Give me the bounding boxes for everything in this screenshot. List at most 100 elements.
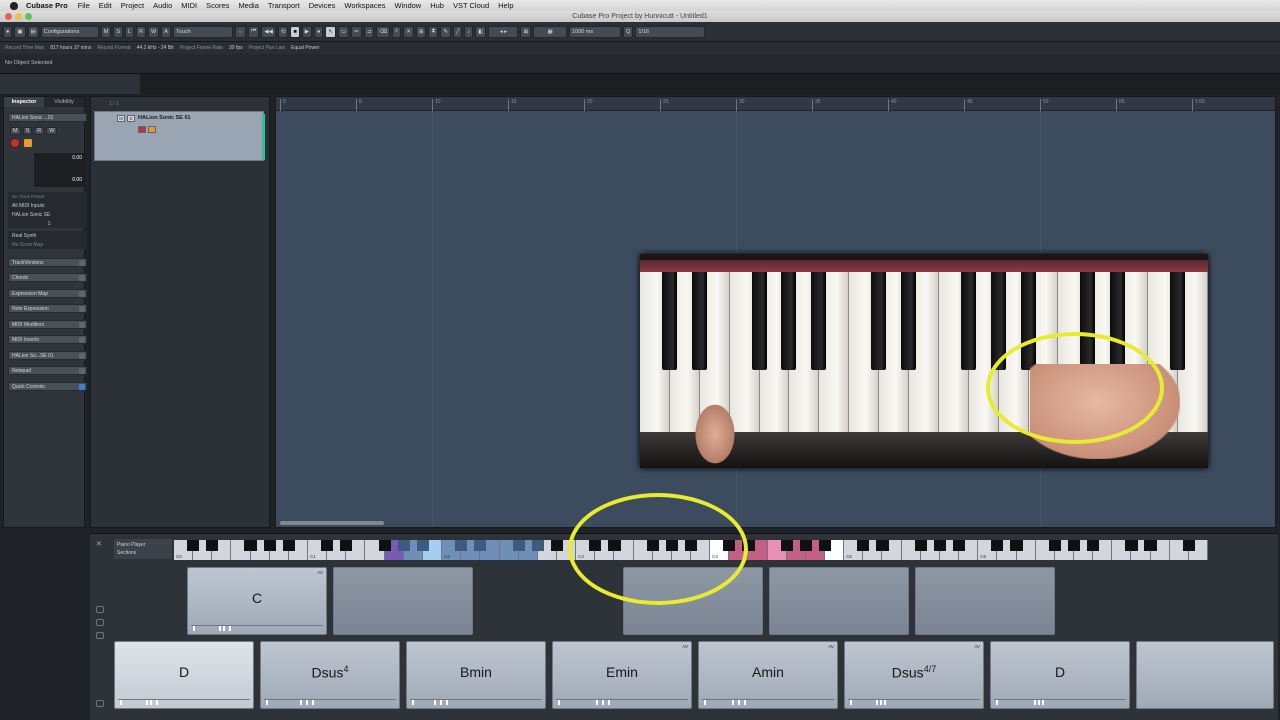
menu-app[interactable]: Cubase Pro xyxy=(26,1,68,10)
stop-icon[interactable]: ■ xyxy=(290,25,300,38)
refresh-icon[interactable] xyxy=(96,632,104,639)
chord-key-black[interactable] xyxy=(282,540,295,551)
menu-help[interactable]: Help xyxy=(498,1,513,10)
track-record-button[interactable] xyxy=(138,126,146,133)
chord-pad-bottom-5[interactable]: Amin AV xyxy=(698,641,838,709)
player-label[interactable]: Piano Player xyxy=(117,541,169,549)
constrain-delay-button[interactable]: ▣ xyxy=(14,25,26,38)
drum-map-selector[interactable]: No Drum Map xyxy=(8,240,87,249)
draw-tool-icon[interactable]: ✎ xyxy=(440,25,451,38)
automation-mode-dropdown[interactable]: Touch xyxy=(172,25,233,38)
close-window-icon[interactable] xyxy=(5,13,12,20)
comp-tool-icon[interactable]: ⊞ xyxy=(415,25,427,38)
tab-inspector[interactable]: Inspector xyxy=(4,97,44,107)
chord-key-black[interactable] xyxy=(933,540,947,551)
track-monitor-button[interactable] xyxy=(148,126,156,133)
chord-key-black[interactable] xyxy=(550,540,564,551)
record-enable-icon[interactable] xyxy=(10,138,20,148)
menu-edit[interactable]: Edit xyxy=(99,1,112,10)
minimize-window-icon[interactable] xyxy=(15,13,22,20)
volume-value[interactable]: 0.00 xyxy=(72,155,82,161)
chord-key-black[interactable] xyxy=(321,540,334,551)
record-icon[interactable]: ● xyxy=(314,25,324,38)
menu-project[interactable]: Project xyxy=(121,1,144,10)
chord-pad-bottom-2[interactable]: Dsus4 xyxy=(260,641,400,709)
chord-key-black[interactable] xyxy=(263,540,276,551)
menu-transport[interactable]: Transport xyxy=(268,1,300,10)
auto-scroll-button[interactable]: ⇔ xyxy=(234,25,247,38)
section-notepad[interactable]: Notepad xyxy=(8,366,87,375)
section-instrument[interactable]: HALion So...SE 01 xyxy=(8,351,87,360)
inspector-read-button[interactable]: R xyxy=(34,127,45,135)
section-chords[interactable]: Chords xyxy=(8,273,87,282)
chord-pad-bottom-7[interactable]: D xyxy=(990,641,1130,709)
close-zone-icon[interactable]: ✕ xyxy=(96,540,102,548)
section-midi-modifiers[interactable]: MIDI Modifiers xyxy=(8,320,87,329)
chord-pad-bottom-8[interactable] xyxy=(1136,641,1274,709)
cycle-icon[interactable]: ⟲ xyxy=(277,25,289,38)
menu-midi[interactable]: MIDI xyxy=(181,1,197,10)
record-time-value[interactable]: 817 hours 37 mins xyxy=(50,45,91,51)
chord-key-black[interactable] xyxy=(780,540,793,551)
solo-all-button[interactable]: S xyxy=(113,25,123,38)
glue-tool-icon[interactable]: ⊐ xyxy=(363,25,375,38)
chord-key-black[interactable] xyxy=(531,540,544,551)
chord-key-black[interactable] xyxy=(914,540,927,551)
inspector-solo-button[interactable]: S xyxy=(22,127,33,135)
time-warp-tool-icon[interactable]: ⧗ xyxy=(428,25,439,38)
horizontal-scrollbar[interactable] xyxy=(280,521,384,525)
line-tool-icon[interactable]: ╱ xyxy=(452,25,463,38)
quantize-value-dropdown[interactable]: 1/16 xyxy=(635,25,706,38)
quantize-icon[interactable]: Q xyxy=(623,25,634,38)
write-all-button[interactable]: W xyxy=(148,25,160,38)
chord-key-black[interactable] xyxy=(455,540,468,551)
monitor-icon[interactable] xyxy=(24,139,32,147)
zoom-tool-icon[interactable]: ⌕ xyxy=(392,25,402,38)
chevron-down-icon[interactable] xyxy=(96,645,104,652)
chord-key-black[interactable] xyxy=(397,540,410,551)
chord-key-black[interactable] xyxy=(1048,540,1061,551)
menu-workspaces[interactable]: Workspaces xyxy=(344,1,385,10)
activate-project-button[interactable]: ● xyxy=(3,25,13,38)
program-selector[interactable]: Real Synth xyxy=(8,231,87,240)
chord-pad-top-1[interactable]: C AV xyxy=(187,567,327,635)
rewind-icon[interactable]: ◀◀ xyxy=(261,25,276,38)
chord-key-black[interactable] xyxy=(818,540,832,551)
nudge-value-dropdown[interactable]: 1000 ms xyxy=(569,25,622,38)
section-note-expression[interactable]: Note Expression xyxy=(8,304,87,313)
chord-key-black[interactable] xyxy=(1125,540,1138,551)
snap-toggle-icon[interactable]: ⊠ xyxy=(520,25,532,38)
erase-tool-icon[interactable]: ⌫ xyxy=(376,25,391,38)
section-expression-map[interactable]: Expression Map xyxy=(8,289,87,298)
range-tool-icon[interactable]: ▭ xyxy=(337,25,350,38)
chord-pad-bottom-4[interactable]: Emin AV xyxy=(552,641,692,709)
section-trackversions[interactable]: TrackVersions xyxy=(8,258,87,267)
chord-key-black[interactable] xyxy=(378,540,391,551)
play-icon[interactable]: ▶ xyxy=(301,25,313,38)
automation-all-button[interactable]: A xyxy=(161,25,171,38)
grid-type-icon[interactable]: ▦ xyxy=(533,25,568,38)
chord-pad-bottom-6[interactable]: Dsus4/7 AV xyxy=(844,641,984,709)
menu-audio[interactable]: Audio xyxy=(153,1,172,10)
nudge-left-icon[interactable]: ◂ ▸ xyxy=(488,25,519,38)
chord-key-black[interactable] xyxy=(340,540,353,551)
listen-all-button[interactable]: L xyxy=(125,25,135,38)
menu-scores[interactable]: Scores xyxy=(206,1,229,10)
inspector-track-name[interactable]: HALion Sonic ...01 xyxy=(8,113,87,122)
menu-devices[interactable]: Devices xyxy=(309,1,336,10)
chord-key-black[interactable] xyxy=(952,540,966,551)
frame-rate-value[interactable]: 30 fps xyxy=(229,45,243,51)
apple-icon[interactable] xyxy=(10,1,18,10)
time-ruler[interactable]: 0 5 10 15 20 25 30 35 40 45 50 55 1:00 xyxy=(276,97,1275,111)
chord-pad-bottom-1[interactable]: D xyxy=(114,641,254,709)
chord-key-black[interactable] xyxy=(876,540,889,551)
configurations-dropdown[interactable]: Configurations xyxy=(40,25,99,38)
mute-all-button[interactable]: M xyxy=(100,25,112,38)
sections-label[interactable]: Sections xyxy=(117,549,169,557)
tab-visibility[interactable]: Visibility xyxy=(44,97,84,107)
chord-key-black[interactable] xyxy=(1182,540,1195,551)
midi-output-routing[interactable]: HALion Sonic SE xyxy=(8,210,87,219)
menu-hub[interactable]: Hub xyxy=(430,1,444,10)
chord-key-black[interactable] xyxy=(474,540,487,551)
play-tool-icon[interactable]: ♪ xyxy=(464,25,474,38)
